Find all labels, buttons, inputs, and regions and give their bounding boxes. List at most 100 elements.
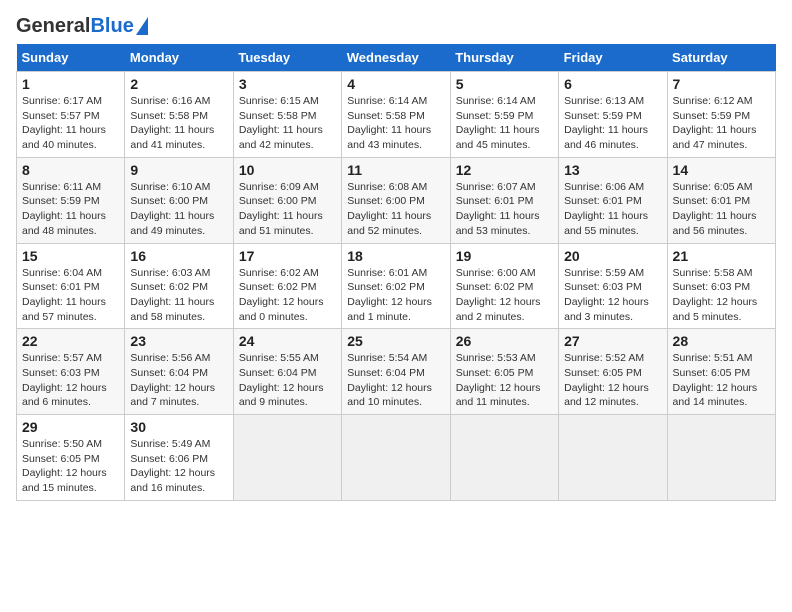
- calendar-cell: 9 Sunrise: 6:10 AMSunset: 6:00 PMDaylight…: [125, 157, 233, 243]
- day-number: 19: [456, 248, 553, 264]
- cell-info: Sunrise: 6:09 AMSunset: 6:00 PMDaylight:…: [239, 180, 336, 239]
- logo-text: GeneralBlue: [16, 16, 134, 36]
- calendar-cell: 11 Sunrise: 6:08 AMSunset: 6:00 PMDayligh…: [342, 157, 450, 243]
- day-number: 14: [673, 162, 770, 178]
- cell-info: Sunrise: 6:17 AMSunset: 5:57 PMDaylight:…: [22, 94, 119, 153]
- day-number: 17: [239, 248, 336, 264]
- cell-info: Sunrise: 5:57 AMSunset: 6:03 PMDaylight:…: [22, 351, 119, 410]
- day-number: 27: [564, 333, 661, 349]
- cell-info: Sunrise: 5:50 AMSunset: 6:05 PMDaylight:…: [22, 437, 119, 496]
- day-number: 8: [22, 162, 119, 178]
- calendar-cell: 6Sunrise: 6:13 AMSunset: 5:59 PMDaylight…: [559, 72, 667, 158]
- day-number: 28: [673, 333, 770, 349]
- cell-info: Sunrise: 6:07 AMSunset: 6:01 PMDaylight:…: [456, 180, 553, 239]
- cell-info: Sunrise: 6:02 AMSunset: 6:02 PMDaylight:…: [239, 266, 336, 325]
- calendar-cell: 15Sunrise: 6:04 AMSunset: 6:01 PMDayligh…: [17, 243, 125, 329]
- day-number: 12: [456, 162, 553, 178]
- cell-info: Sunrise: 6:16 AMSunset: 5:58 PMDaylight:…: [130, 94, 227, 153]
- calendar-cell: 19 Sunrise: 6:00 AMSunset: 6:02 PMDayligh…: [450, 243, 558, 329]
- day-of-week-header: Friday: [559, 44, 667, 72]
- cell-info: Sunrise: 5:54 AMSunset: 6:04 PMDaylight:…: [347, 351, 444, 410]
- day-number: 15: [22, 248, 119, 264]
- calendar-cell: 23Sunrise: 5:56 AMSunset: 6:04 PMDayligh…: [125, 329, 233, 415]
- calendar-cell: 4 Sunrise: 6:14 AMSunset: 5:58 PMDaylight…: [342, 72, 450, 158]
- calendar-table: SundayMondayTuesdayWednesdayThursdayFrid…: [16, 44, 776, 501]
- calendar-cell: 25 Sunrise: 5:54 AMSunset: 6:04 PMDayligh…: [342, 329, 450, 415]
- calendar-cell: 13 Sunrise: 6:06 AMSunset: 6:01 PMDayligh…: [559, 157, 667, 243]
- cell-info: Sunrise: 5:51 AMSunset: 6:05 PMDaylight:…: [673, 351, 770, 410]
- day-of-week-header: Saturday: [667, 44, 775, 72]
- cell-info: Sunrise: 6:05 AMSunset: 6:01 PMDaylight:…: [673, 180, 770, 239]
- calendar-cell: 30 Sunrise: 5:49 AMSunset: 6:06 PMDayligh…: [125, 415, 233, 501]
- day-number: 10: [239, 162, 336, 178]
- day-number: 25: [347, 333, 444, 349]
- day-number: 4: [347, 76, 444, 92]
- day-of-week-header: Wednesday: [342, 44, 450, 72]
- day-number: 13: [564, 162, 661, 178]
- calendar-cell: [233, 415, 341, 501]
- cell-info: Sunrise: 6:13 AMSunset: 5:59 PMDaylight:…: [564, 94, 661, 153]
- calendar-week-row: 1 Sunrise: 6:17 AMSunset: 5:57 PMDaylight…: [17, 72, 776, 158]
- cell-info: Sunrise: 5:59 AMSunset: 6:03 PMDaylight:…: [564, 266, 661, 325]
- cell-info: Sunrise: 6:03 AMSunset: 6:02 PMDaylight:…: [130, 266, 227, 325]
- calendar-cell: 8 Sunrise: 6:11 AMSunset: 5:59 PMDaylight…: [17, 157, 125, 243]
- calendar-cell: 22 Sunrise: 5:57 AMSunset: 6:03 PMDayligh…: [17, 329, 125, 415]
- calendar-cell: 2 Sunrise: 6:16 AMSunset: 5:58 PMDaylight…: [125, 72, 233, 158]
- day-of-week-header: Sunday: [17, 44, 125, 72]
- calendar-cell: 20 Sunrise: 5:59 AMSunset: 6:03 PMDayligh…: [559, 243, 667, 329]
- calendar-cell: 12 Sunrise: 6:07 AMSunset: 6:01 PMDayligh…: [450, 157, 558, 243]
- calendar-cell: 3 Sunrise: 6:15 AMSunset: 5:58 PMDaylight…: [233, 72, 341, 158]
- day-number: 18: [347, 248, 444, 264]
- cell-info: Sunrise: 5:53 AMSunset: 6:05 PMDaylight:…: [456, 351, 553, 410]
- calendar-week-row: 15Sunrise: 6:04 AMSunset: 6:01 PMDayligh…: [17, 243, 776, 329]
- cell-info: Sunrise: 6:15 AMSunset: 5:58 PMDaylight:…: [239, 94, 336, 153]
- calendar-cell: 29 Sunrise: 5:50 AMSunset: 6:05 PMDayligh…: [17, 415, 125, 501]
- day-number: 22: [22, 333, 119, 349]
- day-number: 2: [130, 76, 227, 92]
- cell-info: Sunrise: 6:01 AMSunset: 6:02 PMDaylight:…: [347, 266, 444, 325]
- calendar-cell: [342, 415, 450, 501]
- cell-info: Sunrise: 6:10 AMSunset: 6:00 PMDaylight:…: [130, 180, 227, 239]
- cell-info: Sunrise: 6:00 AMSunset: 6:02 PMDaylight:…: [456, 266, 553, 325]
- day-number: 20: [564, 248, 661, 264]
- cell-info: Sunrise: 6:14 AMSunset: 5:58 PMDaylight:…: [347, 94, 444, 153]
- cell-info: Sunrise: 6:11 AMSunset: 5:59 PMDaylight:…: [22, 180, 119, 239]
- cell-info: Sunrise: 5:52 AMSunset: 6:05 PMDaylight:…: [564, 351, 661, 410]
- day-number: 1: [22, 76, 119, 92]
- calendar-cell: [450, 415, 558, 501]
- calendar-week-row: 29 Sunrise: 5:50 AMSunset: 6:05 PMDayligh…: [17, 415, 776, 501]
- day-of-week-header: Tuesday: [233, 44, 341, 72]
- calendar-week-row: 22 Sunrise: 5:57 AMSunset: 6:03 PMDayligh…: [17, 329, 776, 415]
- calendar-cell: 21 Sunrise: 5:58 AMSunset: 6:03 PMDayligh…: [667, 243, 775, 329]
- cell-info: Sunrise: 5:55 AMSunset: 6:04 PMDaylight:…: [239, 351, 336, 410]
- logo: GeneralBlue: [16, 16, 148, 36]
- cell-info: Sunrise: 5:56 AMSunset: 6:04 PMDaylight:…: [130, 351, 227, 410]
- cell-info: Sunrise: 5:49 AMSunset: 6:06 PMDaylight:…: [130, 437, 227, 496]
- calendar-cell: 5Sunrise: 6:14 AMSunset: 5:59 PMDaylight…: [450, 72, 558, 158]
- cell-info: Sunrise: 6:08 AMSunset: 6:00 PMDaylight:…: [347, 180, 444, 239]
- calendar-cell: 1 Sunrise: 6:17 AMSunset: 5:57 PMDaylight…: [17, 72, 125, 158]
- calendar-cell: 17 Sunrise: 6:02 AMSunset: 6:02 PMDayligh…: [233, 243, 341, 329]
- day-number: 24: [239, 333, 336, 349]
- calendar-cell: 18 Sunrise: 6:01 AMSunset: 6:02 PMDayligh…: [342, 243, 450, 329]
- day-number: 3: [239, 76, 336, 92]
- calendar-cell: [667, 415, 775, 501]
- calendar-cell: 27 Sunrise: 5:52 AMSunset: 6:05 PMDayligh…: [559, 329, 667, 415]
- page-header: GeneralBlue: [16, 16, 776, 36]
- calendar-cell: 28 Sunrise: 5:51 AMSunset: 6:05 PMDayligh…: [667, 329, 775, 415]
- day-number: 9: [130, 162, 227, 178]
- cell-info: Sunrise: 6:12 AMSunset: 5:59 PMDaylight:…: [673, 94, 770, 153]
- day-number: 11: [347, 162, 444, 178]
- calendar-cell: 24 Sunrise: 5:55 AMSunset: 6:04 PMDayligh…: [233, 329, 341, 415]
- calendar-cell: 26Sunrise: 5:53 AMSunset: 6:05 PMDayligh…: [450, 329, 558, 415]
- day-number: 30: [130, 419, 227, 435]
- logo-triangle-icon: [136, 17, 148, 35]
- day-number: 29: [22, 419, 119, 435]
- calendar-header-row: SundayMondayTuesdayWednesdayThursdayFrid…: [17, 44, 776, 72]
- cell-info: Sunrise: 6:06 AMSunset: 6:01 PMDaylight:…: [564, 180, 661, 239]
- day-number: 21: [673, 248, 770, 264]
- cell-info: Sunrise: 5:58 AMSunset: 6:03 PMDaylight:…: [673, 266, 770, 325]
- calendar-cell: 16Sunrise: 6:03 AMSunset: 6:02 PMDayligh…: [125, 243, 233, 329]
- cell-info: Sunrise: 6:14 AMSunset: 5:59 PMDaylight:…: [456, 94, 553, 153]
- day-of-week-header: Thursday: [450, 44, 558, 72]
